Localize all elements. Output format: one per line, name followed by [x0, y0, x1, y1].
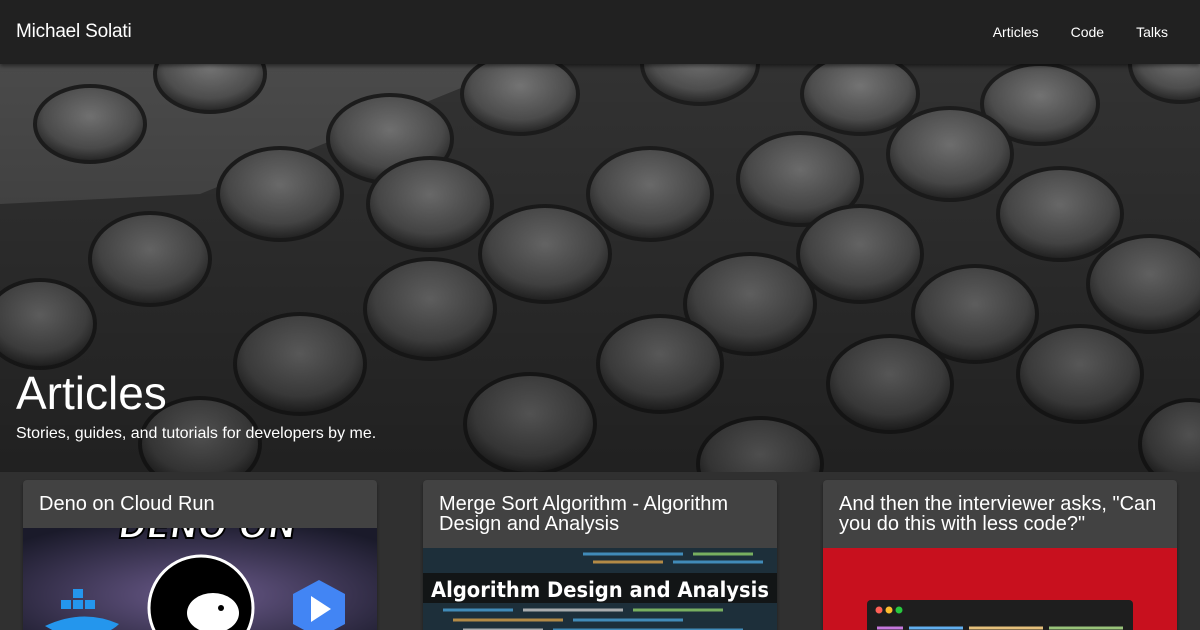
- hero-title: Articles: [16, 367, 167, 419]
- nav-talks[interactable]: Talks: [1120, 16, 1184, 48]
- thumbnail-banner-text: Algorithm Design and Analysis: [431, 578, 769, 602]
- thumbnail-banner-text: DENO ON: [115, 528, 299, 547]
- hero-banner: Articles Stories, guides, and tutorials …: [0, 64, 1200, 472]
- nav-articles[interactable]: Articles: [977, 16, 1055, 48]
- article-thumbnail: DENO ON: [23, 528, 377, 630]
- article-card-less-code[interactable]: And then the interviewer asks, "Can you …: [823, 480, 1177, 630]
- article-thumbnail: [823, 548, 1177, 630]
- article-title[interactable]: And then the interviewer asks, "Can you …: [823, 480, 1177, 548]
- typewriter-keys-image: [0, 64, 1200, 472]
- article-card-deno[interactable]: Deno on Cloud Run DENO ON: [23, 480, 377, 630]
- article-title[interactable]: Deno on Cloud Run: [23, 480, 377, 528]
- top-app-bar: Michael Solati Articles Code Talks: [0, 0, 1200, 64]
- article-list: Deno on Cloud Run DENO ON: [0, 472, 1200, 630]
- nav-code[interactable]: Code: [1055, 16, 1120, 48]
- main-nav: Articles Code Talks: [977, 16, 1184, 48]
- article-title[interactable]: Merge Sort Algorithm - Algorithm Design …: [423, 480, 777, 548]
- article-thumbnail: Algorithm Design and Analysis: [423, 548, 777, 630]
- site-brand[interactable]: Michael Solati: [16, 21, 132, 43]
- hero-subtitle: Stories, guides, and tutorials for devel…: [16, 425, 377, 442]
- article-card-merge-sort[interactable]: Merge Sort Algorithm - Algorithm Design …: [423, 480, 777, 630]
